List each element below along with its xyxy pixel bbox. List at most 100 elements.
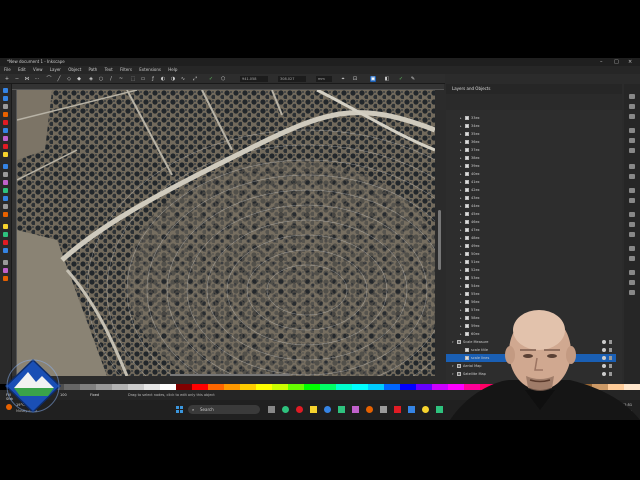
list-item[interactable]: ▸ 37ex	[446, 146, 616, 154]
menu-help[interactable]: Help	[168, 67, 177, 72]
expand-arrow-icon[interactable]: ▸	[460, 234, 462, 242]
menu-edit[interactable]: Edit	[18, 67, 26, 72]
break-path-icon[interactable]: ⋯	[34, 76, 40, 82]
tab-layers-objects[interactable]: Layers and Objects	[452, 86, 490, 91]
gradient-tool-icon[interactable]	[3, 224, 8, 229]
print-icon[interactable]	[629, 128, 635, 133]
redo-icon[interactable]	[629, 174, 635, 179]
list-item[interactable]: ▸ 34ex	[446, 122, 616, 130]
zoom-selection-icon[interactable]	[629, 212, 635, 217]
list-item[interactable]: ▸ 54ex	[446, 282, 616, 290]
bspline-icon[interactable]: ∿	[180, 76, 186, 82]
new-document-icon[interactable]	[629, 94, 635, 99]
list-item[interactable]: ▸ 41ex	[446, 178, 616, 186]
x-coordinate-field[interactable]: 941.058	[240, 76, 268, 82]
curve-segment-icon[interactable]: ~	[118, 76, 124, 82]
copy-icon[interactable]	[629, 188, 635, 193]
fill-stroke-icon[interactable]	[629, 270, 635, 275]
menu-extensions[interactable]: Extensions	[139, 67, 161, 72]
object-to-path-icon[interactable]: ⬚	[130, 76, 136, 82]
app-icon-4[interactable]	[352, 406, 359, 413]
app-icon-6[interactable]	[408, 406, 415, 413]
maximize-icon[interactable]: □	[614, 58, 619, 66]
mask-icon[interactable]: ◑	[170, 76, 176, 82]
delete-segment-icon[interactable]: ╱	[56, 76, 62, 82]
list-item[interactable]: ▸ 38ex	[446, 154, 616, 162]
expand-arrow-icon[interactable]: ▸	[460, 122, 462, 130]
menu-text[interactable]: Text	[105, 67, 113, 72]
transform-handles-icon[interactable]: ⬡	[220, 76, 226, 82]
expand-arrow-icon[interactable]: ▸	[460, 282, 462, 290]
inkscape-taskbar-icon[interactable]	[380, 406, 387, 413]
edge-icon[interactable]	[324, 406, 331, 413]
expand-arrow-icon[interactable]: ▸	[460, 170, 462, 178]
selector-tool-icon[interactable]	[3, 88, 8, 93]
node-tool-icon[interactable]	[3, 96, 8, 101]
stroke-to-path-icon[interactable]: ▭	[140, 76, 146, 82]
join-nodes-icon[interactable]: ⋈	[24, 76, 30, 82]
snap-bbox-icon[interactable]: ⊡	[352, 76, 358, 82]
taskbar-search[interactable]: ⌕ Search	[188, 405, 260, 414]
expand-arrow-icon[interactable]: ▸	[460, 194, 462, 202]
show-outline-icon[interactable]: ✓	[208, 76, 214, 82]
text-font-icon[interactable]	[629, 280, 635, 285]
mesh-tool-icon[interactable]	[3, 232, 8, 237]
zoom-tool-icon[interactable]	[3, 112, 8, 117]
app-icon-1[interactable]	[282, 406, 289, 413]
app-icon-7[interactable]	[422, 406, 429, 413]
menu-path[interactable]: Path	[89, 67, 98, 72]
ungroup-icon[interactable]	[629, 256, 635, 261]
tweak-tool-icon[interactable]	[3, 104, 8, 109]
expand-arrow-icon[interactable]: ▸	[460, 154, 462, 162]
show-handles-icon[interactable]: ⤢	[192, 76, 198, 82]
export-icon[interactable]	[629, 148, 635, 153]
menu-object[interactable]: Object	[68, 67, 81, 72]
save-icon[interactable]	[629, 114, 635, 119]
pages-tool-icon[interactable]	[3, 268, 8, 273]
scroll-thumb[interactable]	[438, 210, 441, 270]
rectangle-tool-icon[interactable]	[3, 120, 8, 125]
auto-smooth-icon[interactable]: ○	[98, 76, 104, 82]
star-tool-icon[interactable]	[3, 144, 8, 149]
horizontal-scrollbar[interactable]	[170, 374, 290, 376]
file-explorer-icon[interactable]	[310, 406, 317, 413]
connector-tool-icon[interactable]	[3, 248, 8, 253]
list-item[interactable]: ▸ 49ex	[446, 242, 616, 250]
measure-tool-icon[interactable]	[3, 260, 8, 265]
symmetric-node-icon[interactable]: ◈	[88, 76, 94, 82]
start-icon[interactable]	[176, 406, 183, 413]
expand-arrow-icon[interactable]: ▸	[460, 242, 462, 250]
close-icon[interactable]: ×	[628, 58, 632, 66]
spiral-tool-icon[interactable]	[3, 152, 8, 157]
paint-bucket-tool-icon[interactable]	[3, 212, 8, 217]
expand-arrow-icon[interactable]: ▸	[460, 258, 462, 266]
lpe-tool-icon[interactable]	[3, 276, 8, 281]
drawing-canvas[interactable]	[17, 90, 435, 376]
node-insert-icon[interactable]: +	[4, 76, 10, 82]
text-tool-icon[interactable]	[3, 188, 8, 193]
expand-arrow-icon[interactable]: ▸	[460, 186, 462, 194]
cusp-node-icon[interactable]: ◇	[66, 76, 72, 82]
list-item[interactable]: ▸ 36ex	[446, 138, 616, 146]
ellipse-tool-icon[interactable]	[3, 136, 8, 141]
list-item[interactable]: ▸ 52ex	[446, 266, 616, 274]
menu-filters[interactable]: Filters	[120, 67, 132, 72]
layers-icon[interactable]	[629, 290, 635, 295]
3d-box-tool-icon[interactable]	[3, 128, 8, 133]
pencil-tool-icon[interactable]	[3, 164, 8, 169]
list-item[interactable]: ▸ 35ex	[446, 130, 616, 138]
edit-lpe-icon[interactable]: ✓	[398, 76, 404, 82]
list-item[interactable]: ▸ 43ex	[446, 194, 616, 202]
import-icon[interactable]	[629, 138, 635, 143]
expand-arrow-icon[interactable]: ▸	[460, 210, 462, 218]
pen-tool-icon[interactable]	[3, 172, 8, 177]
node-delete-icon[interactable]: −	[14, 76, 20, 82]
chrome-icon[interactable]	[366, 406, 373, 413]
expand-arrow-icon[interactable]: ▸	[460, 162, 462, 170]
expand-arrow-icon[interactable]: ▸	[460, 138, 462, 146]
list-item[interactable]: ▸ 40ex	[446, 170, 616, 178]
expand-arrow-icon[interactable]: ▸	[460, 274, 462, 282]
eraser-tool-icon[interactable]	[3, 204, 8, 209]
list-item[interactable]: ▸ 53ex	[446, 274, 616, 282]
app-icon-3[interactable]	[338, 406, 345, 413]
